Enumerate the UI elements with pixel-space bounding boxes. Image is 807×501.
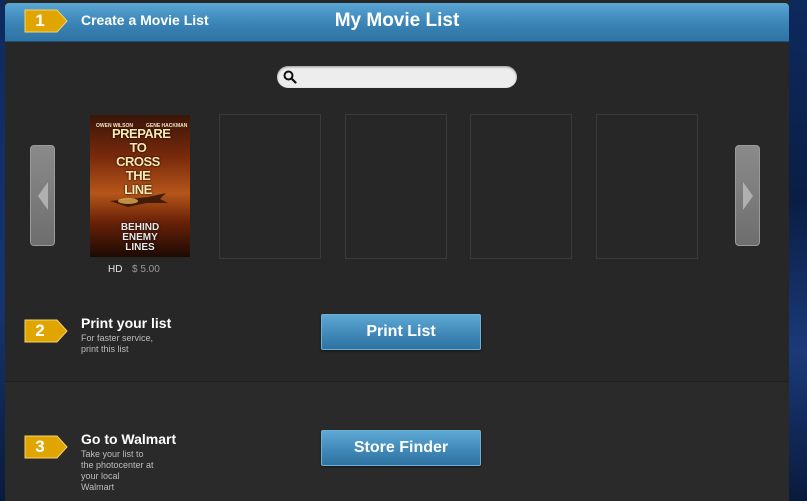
step3-desc-line: the photocenter at bbox=[81, 460, 154, 470]
step1-label: Create a Movie List bbox=[81, 12, 209, 28]
carousel-next-button[interactable] bbox=[735, 145, 760, 246]
movie-price: $ 5.00 bbox=[132, 264, 160, 275]
background-edge-right bbox=[787, 0, 807, 501]
step3-desc-line: Walmart bbox=[81, 482, 115, 492]
step3-title: Go to Walmart bbox=[81, 431, 177, 447]
step1-badge: 1 bbox=[23, 8, 69, 34]
poster-title: BEHIND ENEMY LINES bbox=[120, 222, 160, 253]
search-box[interactable] bbox=[277, 66, 517, 88]
chevron-right-icon bbox=[743, 182, 753, 210]
store-finder-button[interactable]: Store Finder bbox=[321, 430, 481, 466]
step2-title: Print your list bbox=[81, 315, 172, 331]
search-icon bbox=[283, 70, 297, 84]
step3-description: Take your list to the photocenter at you… bbox=[81, 449, 191, 493]
empty-movie-slot bbox=[345, 114, 447, 259]
chevron-left-icon bbox=[38, 182, 48, 210]
step3-desc-line: Take your list to bbox=[81, 449, 144, 459]
poster-jet-graphic bbox=[110, 193, 168, 207]
page-title: My Movie List bbox=[334, 10, 460, 31]
step3-number: 3 bbox=[35, 437, 45, 456]
empty-movie-slot bbox=[596, 114, 698, 259]
search-input[interactable] bbox=[301, 68, 511, 88]
carousel-prev-button[interactable] bbox=[30, 145, 55, 246]
empty-movie-slot bbox=[219, 114, 321, 259]
step2-description: For faster service, print this list bbox=[81, 333, 191, 355]
poster-tagline: PREPARE TO CROSS THE LINE bbox=[112, 126, 171, 197]
movie-poster[interactable]: OWEN WILSON GENE HACKMAN PREPARE TO CROS… bbox=[90, 115, 190, 257]
step2-number: 2 bbox=[35, 321, 45, 340]
step1-number: 1 bbox=[35, 11, 45, 30]
step2-desc-line: For faster service, bbox=[81, 333, 154, 343]
movie-format: HD bbox=[108, 264, 123, 275]
step2-badge: 2 bbox=[23, 318, 69, 344]
step3-badge: 3 bbox=[23, 434, 69, 460]
section-divider bbox=[5, 381, 789, 382]
empty-movie-slot bbox=[470, 114, 572, 259]
step3-desc-line: your local bbox=[81, 471, 120, 481]
step2-desc-line: print this list bbox=[81, 344, 129, 354]
print-list-button[interactable]: Print List bbox=[321, 314, 481, 350]
